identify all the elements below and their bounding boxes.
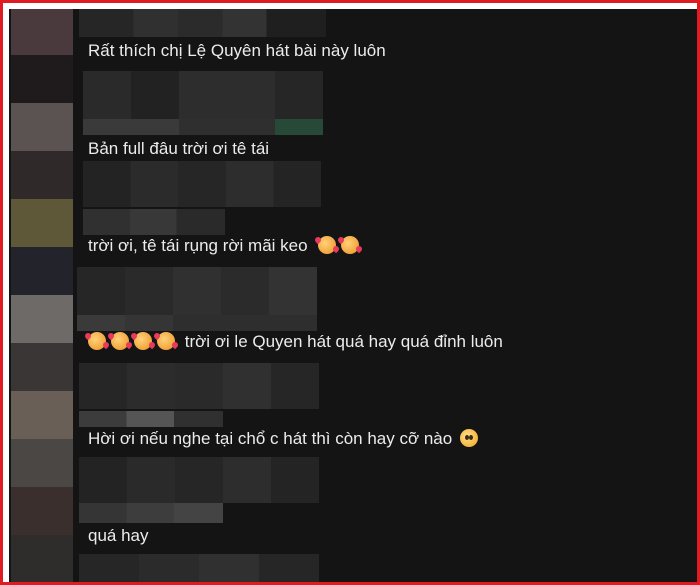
- avatar[interactable]: [11, 439, 73, 487]
- smiling-face-with-hearts-icon: [341, 236, 360, 254]
- comment-text-content: quá hay: [88, 526, 149, 545]
- blurred-username: [83, 71, 323, 119]
- pleading-face-icon: [460, 429, 479, 447]
- avatar[interactable]: [11, 247, 73, 295]
- smiling-face-with-hearts-icon: [318, 236, 337, 254]
- comment-text: Bản full đâu trời ơi tê tái: [88, 138, 269, 160]
- comment-text: trời ơi le Quyen hát quá hay quá đỉnh lu…: [88, 331, 503, 353]
- blurred-username: [79, 363, 319, 409]
- blurred-username: [77, 315, 317, 331]
- avatar[interactable]: [11, 9, 73, 55]
- blurred-username: [83, 209, 225, 235]
- comment-text: quá hay: [88, 525, 149, 547]
- comment-text-content: Hời ơi nếu nghe tại chổ c hát thì còn ha…: [88, 429, 453, 448]
- blurred-username: [79, 457, 319, 503]
- comment-text: Hời ơi nếu nghe tại chổ c hát thì còn ha…: [88, 428, 483, 450]
- avatar[interactable]: [11, 199, 73, 247]
- screenshot-frame: Rất thích chị Lệ Quyên hát bài này luôn …: [0, 0, 700, 585]
- blurred-username: [77, 267, 317, 315]
- avatar[interactable]: [11, 103, 73, 151]
- blurred-username: [83, 119, 323, 135]
- comment-text-content: trời ơi le Quyen hát quá hay quá đỉnh lu…: [184, 332, 503, 351]
- comment-text: Rất thích chị Lệ Quyên hát bài này luôn: [88, 40, 386, 62]
- comments-panel: Rất thích chị Lệ Quyên hát bài này luôn …: [9, 9, 697, 582]
- avatar[interactable]: [11, 487, 73, 535]
- comment-text-content: trời ơi, tê tái rụng rời mãi keo: [88, 236, 308, 255]
- avatar[interactable]: [11, 295, 73, 343]
- blurred-username: [79, 9, 326, 37]
- avatar-column: [11, 9, 73, 582]
- smiling-face-with-hearts-icon: [157, 332, 175, 350]
- comment-text-content: Bản full đâu trời ơi tê tái: [88, 139, 270, 158]
- comment-text-content: Rất thích chị Lệ Quyên hát bài này luôn: [88, 41, 386, 60]
- smiling-face-with-hearts-icon: [88, 332, 106, 350]
- avatar[interactable]: [11, 343, 73, 391]
- avatar[interactable]: [11, 151, 73, 199]
- smiling-face-with-hearts-icon: [111, 332, 129, 350]
- blurred-username: [79, 503, 223, 523]
- avatar[interactable]: [11, 391, 73, 439]
- blurred-username: [79, 411, 223, 427]
- blurred-username: [83, 161, 321, 207]
- avatar[interactable]: [11, 55, 73, 103]
- smiling-face-with-hearts-icon: [134, 332, 152, 350]
- blurred-username: [79, 554, 319, 582]
- avatar[interactable]: [11, 535, 73, 582]
- comment-text: trời ơi, tê tái rụng rời mãi keo: [88, 235, 364, 257]
